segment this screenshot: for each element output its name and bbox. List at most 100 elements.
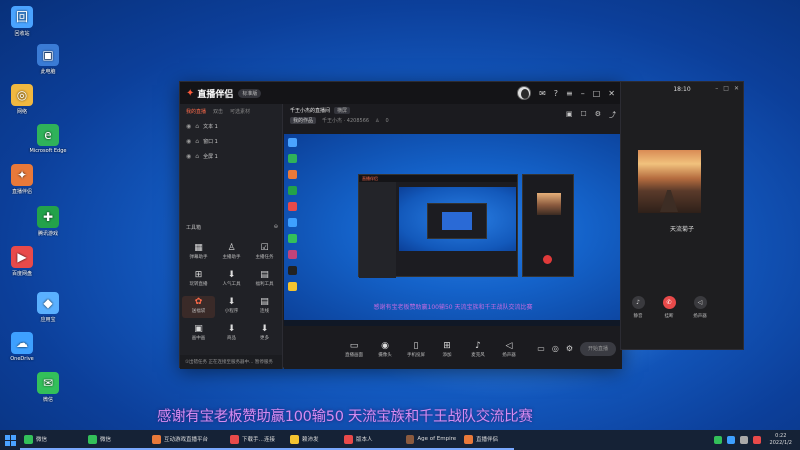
close-icon[interactable]: ✕ xyxy=(734,85,739,92)
control-label: 摄像头 xyxy=(378,352,392,358)
tool-item[interactable]: ✿ 送福袋 xyxy=(182,296,215,318)
taskbar-app[interactable]: 下载手…连接 xyxy=(226,430,286,450)
control-bar: ▭ 直播画面 ◉ 摄像头 ▯ 手机投屏 ⊞ 添加 ♪ 麦克风 ◁ 扬声器 ▭ ◎ ⚙ 开始直播 xyxy=(284,328,622,369)
tab-double[interactable]: 双击 xyxy=(213,108,223,115)
eye-icon[interactable]: ◉ xyxy=(186,123,191,130)
desktop-icon[interactable]: 回回收站 xyxy=(2,6,42,37)
desktop-icon[interactable]: ☁ OneDrive xyxy=(2,332,42,362)
tool-item[interactable]: ▤ 连线 xyxy=(248,296,281,318)
app-icon: ☁ xyxy=(11,332,33,354)
wechat-tray-icon[interactable] xyxy=(713,436,722,444)
control-button[interactable]: ◁ 扬声器 xyxy=(495,340,523,358)
tool-item[interactable]: ▦ 弹幕助手 xyxy=(182,242,215,264)
hangup-button[interactable]: ✆ 挂断 xyxy=(657,296,681,319)
desktop-icon[interactable]: ✚ 腾讯游戏 xyxy=(28,206,68,237)
tool-label: 人气工具 xyxy=(222,282,241,287)
tool-item[interactable]: ♙ 主播助手 xyxy=(215,242,248,264)
works-pill[interactable]: 我的作品 xyxy=(290,117,317,124)
control-button[interactable]: ▭ 直播画面 xyxy=(340,340,368,358)
minimize-icon[interactable]: – xyxy=(715,85,718,92)
desktop-icon[interactable]: e Microsoft Edge xyxy=(28,124,68,154)
lock-icon[interactable]: ⌂ xyxy=(195,123,199,130)
mute-button[interactable]: ♪ 静音 xyxy=(626,296,650,319)
desktop-icon[interactable]: ✉ 微信 xyxy=(28,372,68,403)
taskbar-app[interactable]: 微信 xyxy=(84,430,148,450)
help-icon[interactable]: ? xyxy=(554,89,558,98)
control-label: 手机投屏 xyxy=(407,352,425,358)
network-icon[interactable] xyxy=(726,436,735,444)
source-item[interactable]: ◉ ⌂ 文本 1 xyxy=(180,119,282,134)
beauty-icon[interactable]: ◎ xyxy=(552,344,559,353)
maximize-icon[interactable]: □ xyxy=(723,85,729,92)
clock[interactable]: 0:22 2022/1/2 xyxy=(766,433,796,447)
tool-item[interactable]: ⬇ 人气工具 xyxy=(215,269,248,291)
tab-materials[interactable]: 可选素材 xyxy=(230,108,250,115)
desktop-icon[interactable]: ◆ 应用宝 xyxy=(28,292,68,323)
tool-label: 主播任务 xyxy=(255,255,274,260)
taskbar-app[interactable]: 互动游戏直播平台 xyxy=(148,430,226,450)
control-button[interactable]: ◉ 摄像头 xyxy=(371,340,399,358)
avatar[interactable] xyxy=(517,86,532,100)
desktop-icon-label: 此电脑 xyxy=(40,69,56,75)
tool-item[interactable]: ⬇ 更多 xyxy=(248,323,281,345)
message-icon[interactable]: ✉ xyxy=(539,89,546,98)
tool-icon: ⊞ xyxy=(194,270,203,280)
lock-icon[interactable]: ⌂ xyxy=(195,153,199,160)
desktop-icon[interactable]: ▶ 百度网盘 xyxy=(2,246,42,277)
minimize-icon[interactable]: – xyxy=(581,89,585,98)
version-badge[interactable]: 标准版 xyxy=(238,88,262,98)
control-button[interactable]: ▯ 手机投屏 xyxy=(402,340,430,358)
desktop-icon[interactable]: ▣ 此电脑 xyxy=(28,44,68,75)
settings-icon[interactable]: ⚙ xyxy=(595,110,601,120)
close-icon[interactable]: ✕ xyxy=(608,89,615,98)
tab-my-live[interactable]: 我的直播 xyxy=(186,108,206,115)
start-live-button[interactable]: 开始直播 xyxy=(580,341,616,356)
taskbar-app[interactable]: Age of Empires xyxy=(402,430,460,450)
start-button[interactable] xyxy=(0,430,20,450)
more-icon[interactable]: ⊖ xyxy=(274,224,278,231)
taskbar-app[interactable]: 微信 xyxy=(20,430,84,450)
tool-item[interactable]: ▣ 画中画 xyxy=(182,323,215,345)
live-preview[interactable]: 直播伴侣 感谢有宝老板赞助赢100输50 天流宝族和千王战队交流比赛 xyxy=(284,134,622,326)
menu-icon[interactable]: ≡ xyxy=(566,89,573,98)
source-item[interactable]: ◉ ⌂ 窗口 1 xyxy=(180,134,282,149)
mini-call-photo xyxy=(537,193,561,215)
caller-name: 天流菊子 xyxy=(669,226,694,233)
gift-icon[interactable]: ▣ xyxy=(566,110,573,120)
lock-icon[interactable]: ⌂ xyxy=(195,138,199,145)
record-icon[interactable]: ▭ xyxy=(537,344,545,353)
app-tray-icon[interactable] xyxy=(752,436,761,444)
tool-item[interactable]: ⬇ 商品 xyxy=(215,323,248,345)
eye-icon[interactable]: ◉ xyxy=(186,138,191,145)
live-companion-window[interactable]: ✦ 直播伴侣 标准版 ✉ ? ≡ – □ ✕ 我的直播 双击 可选素材 ◉ ⌂ … xyxy=(179,81,622,369)
tool-item[interactable]: ☑ 主播任务 xyxy=(248,242,281,264)
source-item[interactable]: ◉ ⌂ 全屏 1 xyxy=(180,149,282,164)
share-icon[interactable]: ⤴ xyxy=(609,110,616,120)
notice-icon[interactable]: ☐ xyxy=(580,110,586,120)
control-button[interactable]: ♪ 麦克风 xyxy=(464,340,492,358)
taskbar-app[interactable]: 赖沛发 xyxy=(286,430,340,450)
maximize-icon[interactable]: □ xyxy=(593,89,601,98)
taskbar-app[interactable]: 版本人 xyxy=(340,430,402,450)
tool-label: 更多 xyxy=(260,336,269,341)
taskbar-app[interactable]: 直播伴侣 xyxy=(460,430,514,450)
taskbar-app-label: 微信 xyxy=(36,437,48,443)
room-id: 千王小杰 · 4208566 xyxy=(322,118,370,124)
control-button[interactable]: ⊞ 添加 xyxy=(433,340,461,358)
voice-call-window[interactable]: 18:10 – □ ✕ 天流菊子 ♪ 静音 ✆ 挂断 ◁ 扬声器 xyxy=(620,81,744,350)
desktop-icon[interactable]: ◎ 网络 xyxy=(2,84,42,115)
volume-icon[interactable] xyxy=(739,436,748,444)
tool-item[interactable]: ⬇ 小程序 xyxy=(215,296,248,318)
taskbar-app-icon xyxy=(406,434,415,444)
tool-item[interactable]: ▤ 福利工具 xyxy=(248,269,281,291)
tool-icon: ☑ xyxy=(260,243,269,253)
speaker-button[interactable]: ◁ 扬声器 xyxy=(688,296,712,319)
settings-icon[interactable]: ⚙ xyxy=(566,344,573,353)
tool-item[interactable]: ⊞ 玩转直播 xyxy=(182,269,215,291)
taskbar-app-icon xyxy=(290,434,299,444)
orientation-tag[interactable]: 横屏 xyxy=(334,107,351,114)
taskbar-app-label: 直播伴侣 xyxy=(476,437,499,443)
app-titlebar[interactable]: ✦ 直播伴侣 标准版 ✉ ? ≡ – □ ✕ xyxy=(180,82,621,104)
desktop-icon[interactable]: ✦ 直播伴侣 xyxy=(2,164,42,195)
eye-icon[interactable]: ◉ xyxy=(186,153,191,160)
